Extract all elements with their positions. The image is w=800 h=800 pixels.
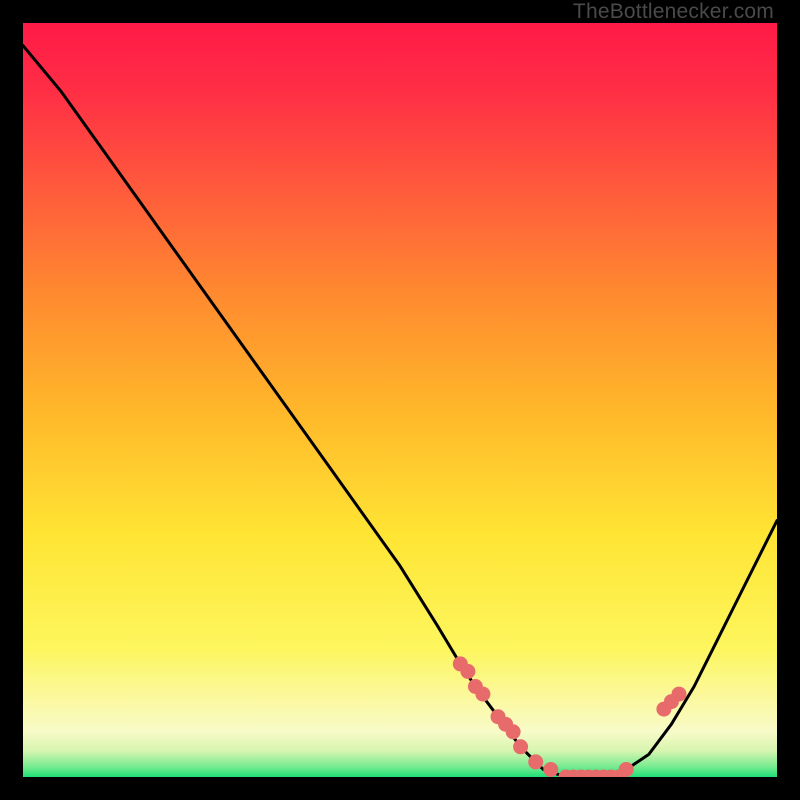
watermark-text: TheBottlenecker.com: [573, 0, 774, 24]
sample-marker: [672, 687, 687, 702]
sample-marker: [460, 664, 475, 679]
bottleneck-chart: [23, 23, 777, 777]
sample-marker: [513, 739, 528, 754]
chart-frame: [23, 23, 777, 777]
sample-marker: [506, 724, 521, 739]
sample-marker: [528, 754, 543, 769]
heat-gradient-bg: [23, 23, 777, 777]
sample-marker: [543, 762, 558, 777]
sample-marker: [619, 762, 634, 777]
sample-marker: [475, 687, 490, 702]
